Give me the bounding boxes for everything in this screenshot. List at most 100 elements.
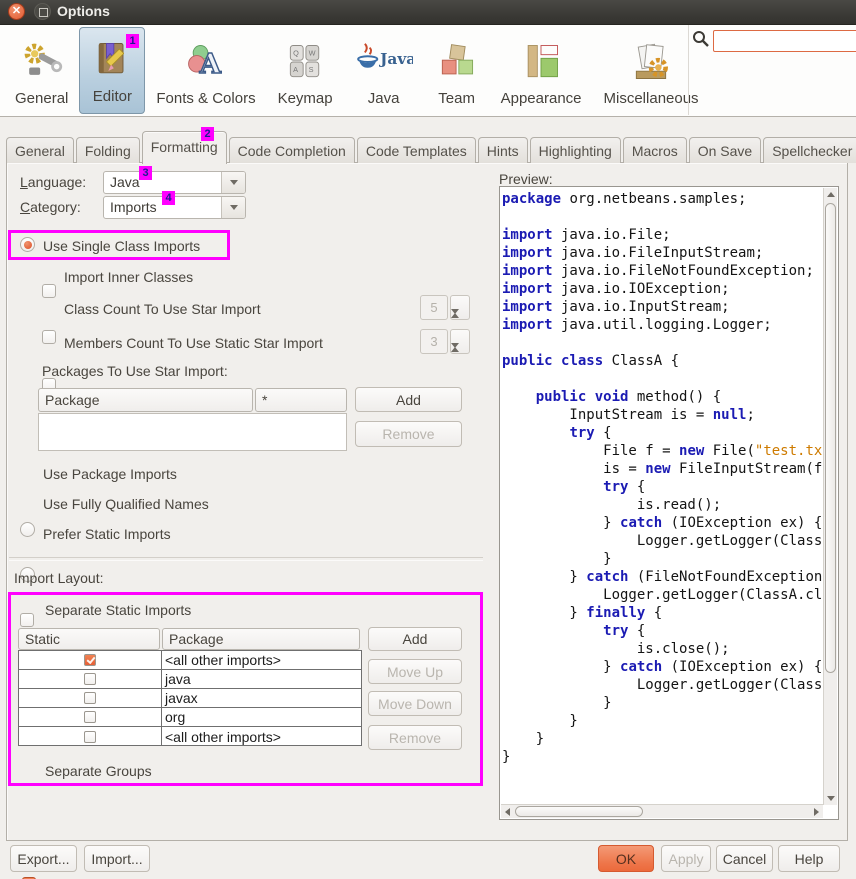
maximize-icon[interactable] bbox=[34, 3, 51, 20]
toolbar-item-team[interactable]: Team bbox=[424, 25, 490, 116]
use-package-imports-label: Use Package Imports bbox=[43, 466, 177, 482]
apply-button[interactable]: Apply bbox=[661, 845, 711, 872]
export-button[interactable]: Export... bbox=[10, 845, 77, 872]
cancel-button[interactable]: Cancel bbox=[716, 845, 773, 872]
table-row[interactable]: org bbox=[19, 708, 361, 727]
preview-label: Preview: bbox=[499, 171, 553, 187]
packages-star-import-label: Packages To Use Star Import: bbox=[42, 363, 228, 379]
row-package: <all other imports> bbox=[162, 729, 361, 745]
class-count-label: Class Count To Use Star Import bbox=[64, 301, 261, 317]
search-icon bbox=[692, 30, 709, 52]
table-row[interactable]: <all other imports> bbox=[19, 651, 361, 670]
scroll-right-icon[interactable] bbox=[810, 805, 823, 818]
search-input[interactable] bbox=[713, 30, 856, 52]
tab-spellchecker[interactable]: Spellchecker bbox=[763, 137, 856, 163]
move-up-button[interactable]: Move Up bbox=[368, 659, 462, 684]
scroll-down-icon[interactable] bbox=[824, 792, 837, 805]
row-static-checkbox[interactable] bbox=[84, 673, 96, 685]
scroll-left-icon[interactable] bbox=[501, 805, 514, 818]
tab-folding[interactable]: Folding bbox=[76, 137, 140, 163]
star-table-header-package[interactable]: Package bbox=[38, 388, 253, 412]
annotation-badge-1: 1 bbox=[126, 34, 139, 48]
tab-on-save[interactable]: On Save bbox=[689, 137, 761, 163]
gears-wrench-icon bbox=[20, 39, 64, 85]
section-separator bbox=[9, 557, 483, 561]
row-static-checkbox[interactable] bbox=[84, 692, 96, 704]
table-row[interactable]: <all other imports> bbox=[19, 727, 361, 746]
toolbar-item-java[interactable]: Java Java bbox=[344, 25, 424, 116]
svg-text:Java: Java bbox=[378, 50, 413, 68]
help-button[interactable]: Help bbox=[778, 845, 840, 872]
close-icon[interactable]: ✕ bbox=[8, 3, 25, 20]
toolbar-item-fonts-colors[interactable]: A Fonts & Colors bbox=[145, 25, 266, 116]
toolbar-item-keymap[interactable]: QW AS Keymap bbox=[267, 25, 344, 116]
star-table-body[interactable] bbox=[38, 413, 347, 451]
use-single-class-imports-radio[interactable] bbox=[20, 237, 35, 252]
import-button[interactable]: Import... bbox=[84, 845, 150, 872]
chevron-down-icon[interactable] bbox=[221, 197, 245, 218]
vertical-scrollbar[interactable] bbox=[823, 188, 837, 805]
row-static-checkbox[interactable] bbox=[84, 731, 96, 743]
toolbar-item-appearance[interactable]: Appearance bbox=[490, 25, 593, 116]
row-package: org bbox=[162, 709, 361, 725]
table-row[interactable]: java bbox=[19, 670, 361, 689]
spinner-down-icon[interactable] bbox=[451, 348, 469, 366]
row-package: <all other imports> bbox=[162, 652, 361, 668]
table-row[interactable]: javax bbox=[19, 689, 361, 708]
toolbar-item-general[interactable]: General bbox=[4, 25, 79, 116]
title-bar: ✕ Options bbox=[0, 0, 856, 25]
annotation-badge-2: 2 bbox=[201, 127, 214, 141]
annotation-badge-4: 4 bbox=[162, 191, 175, 205]
toolbar-item-label: Appearance bbox=[501, 90, 582, 107]
scroll-up-icon[interactable] bbox=[824, 188, 837, 201]
row-package: javax bbox=[162, 690, 361, 706]
tab-highlighting[interactable]: Highlighting bbox=[530, 137, 621, 163]
star-add-button[interactable]: Add bbox=[355, 387, 462, 412]
layout-table-header-static[interactable]: Static bbox=[18, 628, 160, 650]
tab-code-templates[interactable]: Code Templates bbox=[357, 137, 476, 163]
layout-table-body: <all other imports> java javax org <all … bbox=[18, 650, 362, 746]
tab-general[interactable]: General bbox=[6, 137, 74, 163]
ok-button[interactable]: OK bbox=[598, 845, 654, 872]
toolbar-item-label: Team bbox=[438, 90, 475, 107]
svg-text:S: S bbox=[309, 65, 314, 74]
toolbar-separator bbox=[688, 25, 689, 115]
use-package-imports-radio[interactable] bbox=[20, 522, 35, 537]
row-static-checkbox[interactable] bbox=[84, 711, 96, 723]
cubes-icon bbox=[435, 39, 479, 85]
search-area bbox=[692, 30, 856, 52]
prefer-static-imports-checkbox[interactable] bbox=[20, 613, 34, 627]
preview-panel: package org.netbeans.samples; import jav… bbox=[499, 186, 839, 820]
remove-button[interactable]: Remove bbox=[368, 725, 462, 750]
annotation-badge-3: 3 bbox=[139, 166, 152, 180]
category-label: Category: bbox=[20, 199, 81, 215]
svg-text:W: W bbox=[309, 49, 316, 58]
row-package: java bbox=[162, 671, 361, 687]
scrollbar-thumb[interactable] bbox=[825, 203, 836, 673]
chevron-down-icon[interactable] bbox=[221, 172, 245, 193]
class-count-checkbox[interactable] bbox=[42, 330, 56, 344]
tab-macros[interactable]: Macros bbox=[623, 137, 687, 163]
horizontal-scrollbar[interactable] bbox=[501, 804, 823, 818]
members-count-value: 3 bbox=[420, 329, 448, 354]
star-table-header-star[interactable]: * bbox=[255, 388, 347, 412]
import-layout-label: Import Layout: bbox=[14, 570, 104, 586]
row-static-checkbox[interactable] bbox=[84, 654, 96, 666]
fonts-colors-icon: A bbox=[184, 39, 228, 85]
layout-add-button[interactable]: Add bbox=[368, 627, 462, 651]
separate-static-imports-label: Separate Static Imports bbox=[45, 602, 191, 618]
java-cup-icon: Java bbox=[355, 39, 413, 85]
prefer-static-imports-label: Prefer Static Imports bbox=[43, 526, 171, 542]
members-count-label: Members Count To Use Static Star Import bbox=[64, 335, 323, 351]
move-down-button[interactable]: Move Down bbox=[368, 691, 462, 716]
tab-code-completion[interactable]: Code Completion bbox=[229, 137, 355, 163]
toolbar-item-label: Keymap bbox=[278, 90, 333, 107]
layout-table-header-package[interactable]: Package bbox=[162, 628, 360, 650]
star-remove-button[interactable]: Remove bbox=[355, 421, 462, 447]
tab-hints[interactable]: Hints bbox=[478, 137, 528, 163]
preview-code: package org.netbeans.samples; import jav… bbox=[502, 190, 822, 804]
scrollbar-thumb[interactable] bbox=[515, 806, 643, 817]
members-count-spinner[interactable]: 3 bbox=[420, 329, 470, 354]
import-inner-classes-checkbox[interactable] bbox=[42, 284, 56, 298]
class-count-spinner[interactable]: 5 bbox=[420, 295, 470, 320]
